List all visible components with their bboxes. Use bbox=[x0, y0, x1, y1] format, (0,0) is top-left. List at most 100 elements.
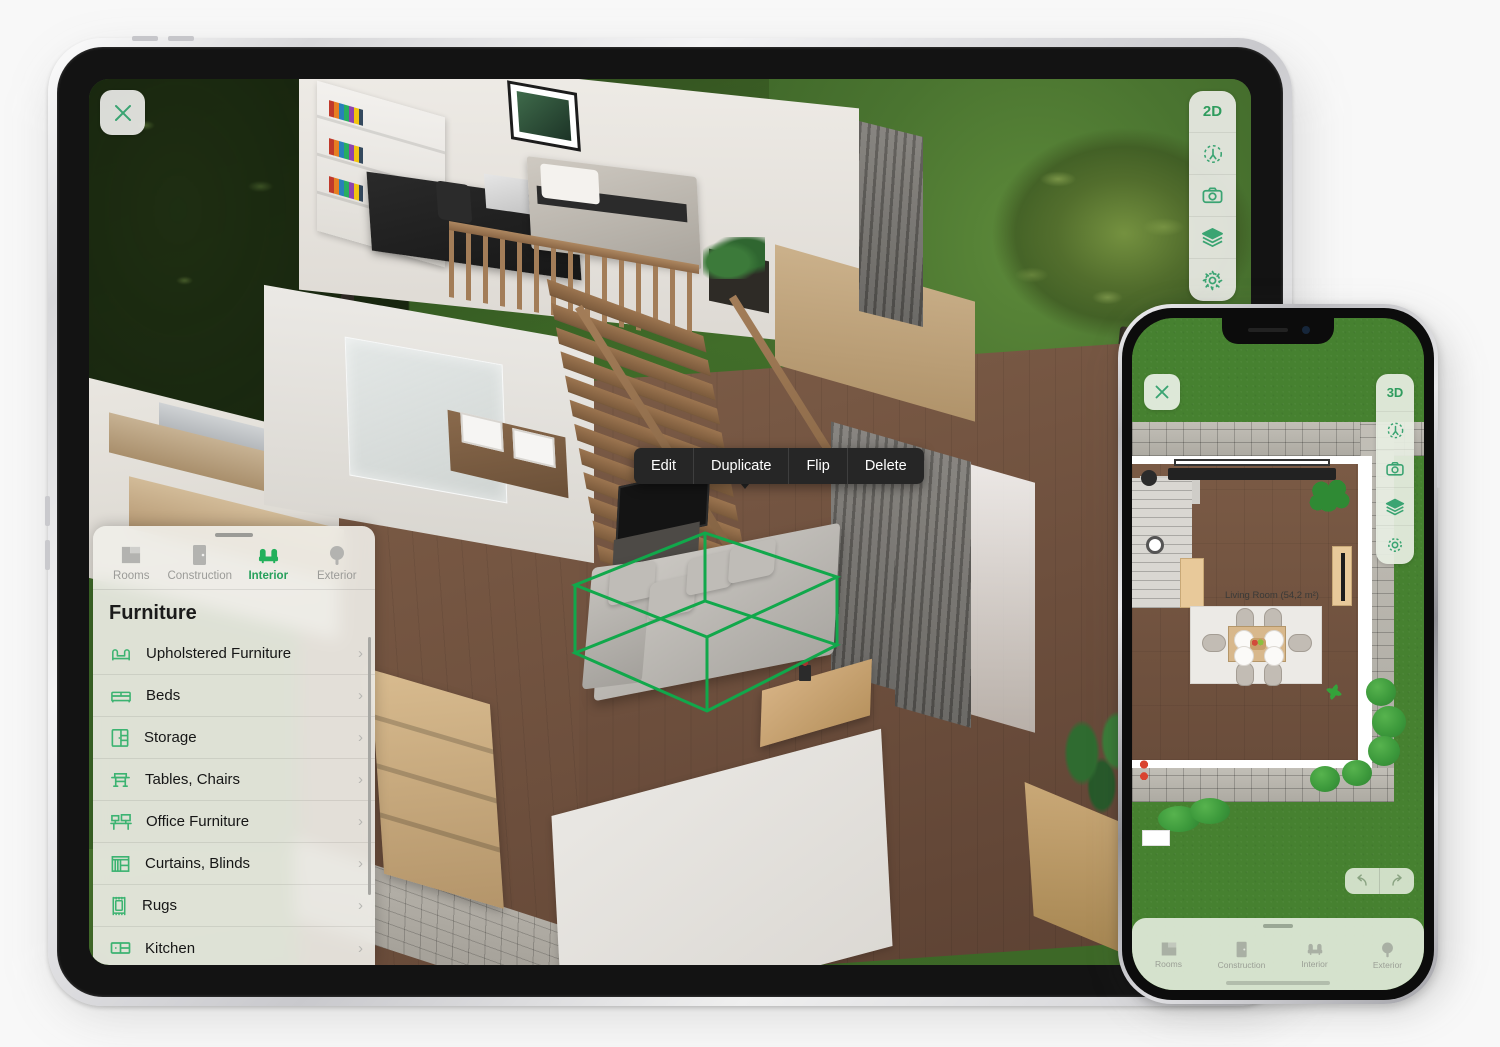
tree-icon bbox=[1382, 942, 1393, 957]
plan-indoor-plant bbox=[1308, 478, 1352, 514]
close-icon bbox=[114, 104, 131, 121]
panel-category-tabs[interactable]: Rooms Construction Interior Exterior bbox=[93, 537, 375, 590]
gear-icon bbox=[1388, 538, 1402, 552]
ipad-side-button-a[interactable] bbox=[45, 496, 50, 526]
plan-shrub bbox=[1366, 678, 1396, 706]
phone-toolbar-settings-button[interactable] bbox=[1376, 526, 1414, 564]
redo-icon bbox=[1392, 874, 1402, 886]
gear-icon bbox=[1202, 270, 1223, 290]
redo-button[interactable] bbox=[1380, 868, 1414, 894]
phone-toolbar-view-mode-button[interactable]: 3D bbox=[1376, 374, 1414, 412]
tab-construction[interactable]: Construction bbox=[166, 543, 235, 582]
context-menu-duplicate[interactable]: Duplicate bbox=[694, 448, 790, 484]
plan-window[interactable] bbox=[1174, 459, 1330, 466]
door-icon bbox=[1236, 941, 1247, 957]
list-item[interactable]: Kitchen › bbox=[93, 927, 375, 965]
list-item-label: Curtains, Blinds bbox=[145, 855, 251, 872]
monitor bbox=[483, 173, 531, 215]
phone-tab-exterior-label: Exterior bbox=[1372, 959, 1403, 970]
phone-tab-interior-label: Interior bbox=[1301, 959, 1328, 969]
kitchen-icon bbox=[110, 942, 131, 954]
plan-chair[interactable] bbox=[1288, 634, 1312, 652]
context-menu-flip[interactable]: Flip bbox=[789, 448, 848, 484]
plan-garden-feature bbox=[1142, 830, 1170, 846]
list-item[interactable]: Office Furniture › bbox=[93, 801, 375, 843]
sofa-icon bbox=[112, 648, 130, 660]
phone-tab-construction[interactable]: Construction bbox=[1205, 928, 1278, 982]
toolbar-orbit-button[interactable] bbox=[1189, 133, 1236, 175]
context-menu-delete[interactable]: Delete bbox=[847, 448, 924, 484]
chevron-right-icon: › bbox=[358, 855, 363, 872]
ipad-view-toolbar[interactable]: 2D bbox=[1189, 91, 1236, 301]
tab-rooms-label: Rooms bbox=[113, 570, 150, 582]
plan-table-decor bbox=[1250, 638, 1266, 650]
list-item[interactable]: Rugs › bbox=[93, 885, 375, 927]
camera-icon bbox=[1386, 461, 1404, 476]
undo-icon bbox=[1357, 874, 1367, 886]
context-menu-edit[interactable]: Edit bbox=[634, 448, 694, 484]
table-icon bbox=[111, 772, 130, 787]
bed-pillow bbox=[540, 163, 600, 205]
layers-icon bbox=[1385, 498, 1405, 515]
list-item[interactable]: Curtains, Blinds › bbox=[93, 843, 375, 885]
ipad-close-button[interactable] bbox=[100, 90, 145, 135]
ipad-volume-up-button[interactable] bbox=[132, 36, 158, 41]
iphone-tab-bar[interactable]: Rooms Construction Interior Exterior bbox=[1132, 918, 1424, 990]
list-item-label: Upholstered Furniture bbox=[146, 645, 292, 662]
phone-tab-construction-label: Construction bbox=[1217, 959, 1266, 970]
phone-toolbar-orbit-button[interactable] bbox=[1376, 412, 1414, 450]
furniture-panel[interactable]: Rooms Construction Interior Exterior Fur… bbox=[93, 526, 375, 965]
plan-shrub bbox=[1342, 760, 1372, 786]
tab-construction-label: Construction bbox=[167, 570, 233, 582]
plan-room-label: Living Room (54,2 m²) bbox=[1225, 590, 1319, 601]
context-menu[interactable]: Edit Duplicate Flip Delete bbox=[634, 448, 924, 484]
desk-icon bbox=[110, 814, 132, 830]
undo-button[interactable] bbox=[1345, 868, 1379, 894]
phone-tab-exterior[interactable]: Exterior bbox=[1351, 928, 1424, 982]
open-bookcase bbox=[370, 669, 504, 909]
plan-chair[interactable] bbox=[1202, 634, 1226, 652]
iphone-history-controls[interactable] bbox=[1345, 868, 1414, 894]
tab-interior-label: Interior bbox=[248, 570, 289, 582]
plan-column bbox=[1141, 470, 1157, 486]
toolbar-view-mode-button[interactable]: 2D bbox=[1189, 91, 1236, 133]
chevron-right-icon: › bbox=[358, 897, 363, 914]
list-item[interactable]: Tables, Chairs › bbox=[93, 759, 375, 801]
list-item[interactable]: Storage › bbox=[93, 717, 375, 759]
tab-exterior[interactable]: Exterior bbox=[303, 543, 372, 582]
toolbar-layers-button[interactable] bbox=[1189, 217, 1236, 259]
toolbar-settings-button[interactable] bbox=[1189, 259, 1236, 301]
home-indicator bbox=[1226, 981, 1330, 985]
list-item-label: Beds bbox=[146, 687, 181, 704]
plan-shrub bbox=[1190, 798, 1230, 824]
toolbar-camera-button[interactable] bbox=[1189, 175, 1236, 217]
iphone-screen: Living Room (54,2 m²) 3D Rooms Construct… bbox=[1132, 318, 1424, 990]
furniture-category-list[interactable]: Upholstered Furniture › Beds › Storage ›… bbox=[93, 633, 375, 965]
iphone-side-button[interactable] bbox=[1437, 430, 1440, 488]
layers-icon bbox=[1202, 228, 1223, 247]
list-item-label: Kitchen bbox=[145, 939, 196, 957]
phone-tab-rooms-label: Rooms bbox=[1155, 959, 1182, 969]
chevron-right-icon: › bbox=[358, 687, 363, 704]
phone-toolbar-layers-button[interactable] bbox=[1376, 488, 1414, 526]
list-item[interactable]: Beds › bbox=[93, 675, 375, 717]
phone-toolbar-view-mode-label: 3D bbox=[1386, 385, 1404, 400]
plan-spiral-marker bbox=[1146, 536, 1164, 554]
curtain-upper bbox=[859, 121, 923, 327]
chevron-right-icon: › bbox=[358, 729, 363, 746]
planter-foliage bbox=[703, 237, 765, 279]
phone-toolbar-camera-button[interactable] bbox=[1376, 450, 1414, 488]
iphone-close-button[interactable] bbox=[1144, 374, 1180, 410]
ipad-volume-down-button[interactable] bbox=[168, 36, 194, 41]
phone-tab-interior[interactable]: Interior bbox=[1278, 928, 1351, 982]
list-item[interactable]: Upholstered Furniture › bbox=[93, 633, 375, 675]
phone-tab-rooms[interactable]: Rooms bbox=[1132, 928, 1205, 982]
panel-scrollbar[interactable] bbox=[368, 637, 371, 895]
iphone-view-toolbar[interactable]: 3D bbox=[1376, 374, 1414, 564]
close-icon bbox=[1155, 385, 1169, 399]
ipad-side-button-b[interactable] bbox=[45, 540, 50, 570]
list-item-label: Rugs bbox=[142, 897, 178, 914]
tab-rooms[interactable]: Rooms bbox=[97, 543, 166, 582]
tab-interior[interactable]: Interior bbox=[234, 543, 303, 582]
chevron-right-icon: › bbox=[358, 813, 363, 830]
